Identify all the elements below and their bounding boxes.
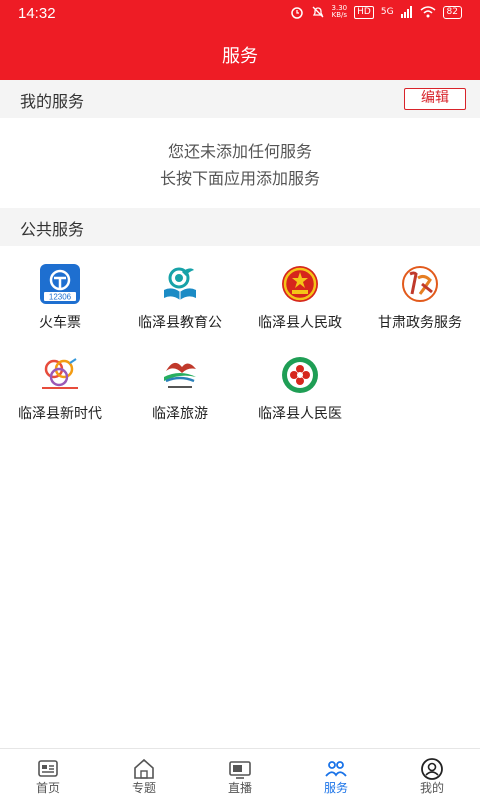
- tab-label: 服务: [323, 781, 348, 795]
- bottom-tab-bar: 首页 专题 直播 服务 我的: [0, 748, 480, 800]
- service-label: 临泽县教育公: [138, 315, 222, 331]
- service-label: 临泽旅游: [152, 406, 208, 422]
- tab-label: 专题: [131, 781, 156, 795]
- service-label: 甘肃政务服务: [378, 315, 462, 331]
- net-speed-unit: KB/s: [331, 11, 348, 19]
- tab-services[interactable]: 服务: [288, 749, 384, 800]
- tourism-logo-icon: [164, 362, 196, 388]
- battery-indicator: 82: [442, 5, 462, 19]
- tab-topics[interactable]: 专题: [96, 749, 192, 800]
- empty-hint-line1: 您还未添加任何服务: [167, 142, 312, 161]
- railway-12306-icon: 12306: [40, 264, 80, 304]
- tab-label: 首页: [35, 781, 60, 795]
- signal-bars-icon: [400, 6, 412, 18]
- edit-button[interactable]: 编辑: [404, 88, 466, 110]
- my-services-bar: 我的服务 编辑: [0, 80, 480, 118]
- service-item-gansu-gov[interactable]: 甘肃政务服务: [360, 264, 480, 344]
- new-era-logo-icon: [42, 358, 78, 389]
- news-icon: [38, 760, 58, 777]
- home-icon: [134, 758, 154, 779]
- hospital-logo-icon: [282, 357, 318, 393]
- service-item-new-era[interactable]: 临泽县新时代: [0, 355, 120, 435]
- status-time: 14:32: [18, 5, 56, 22]
- tab-label: 我的: [419, 781, 444, 795]
- public-services-bar: 公共服务: [0, 208, 480, 246]
- status-icons: 3.30 KB/s HD 5G 82: [290, 5, 462, 19]
- wifi-icon: [420, 6, 436, 18]
- service-item-train-ticket[interactable]: 12306 火车票: [0, 264, 120, 344]
- public-services-title: 公共服务: [20, 220, 85, 239]
- people-icon: [325, 761, 347, 777]
- alarm-icon: [290, 7, 303, 19]
- service-item-government[interactable]: 临泽县人民政: [240, 264, 360, 344]
- service-label: 临泽县人民政: [258, 315, 342, 331]
- mute-icon: [312, 6, 324, 18]
- service-label: 临泽县新时代: [18, 406, 102, 422]
- gansu-gov-service-icon: [402, 266, 438, 302]
- status-bar: 14:32 3.30 KB/s HD 5G 82: [0, 0, 480, 28]
- national-emblem-icon: [282, 266, 318, 302]
- service-item-hospital[interactable]: 临泽县人民医: [240, 355, 360, 435]
- net-speed: 3.30 KB/s: [332, 5, 348, 19]
- tab-label: 直播: [227, 781, 252, 795]
- my-services-empty: 您还未添加任何服务 长按下面应用添加服务: [0, 118, 480, 208]
- signal-label: 5G: [380, 7, 394, 17]
- tv-icon: [229, 761, 251, 779]
- service-item-tourism[interactable]: 临泽旅游: [120, 355, 240, 435]
- service-item-education[interactable]: 临泽县教育公: [120, 264, 240, 344]
- app-header: 14:32 3.30 KB/s HD 5G 82 服务: [0, 0, 480, 80]
- service-label: 火车票: [39, 315, 81, 331]
- empty-hint-line2: 长按下面应用添加服务: [159, 169, 320, 188]
- service-label: 临泽县人民医: [258, 406, 342, 422]
- user-icon: [421, 758, 443, 780]
- education-logo-icon: [164, 267, 196, 300]
- tab-mine[interactable]: 我的: [384, 749, 480, 800]
- railway-icon-text: 12306: [49, 293, 72, 302]
- hd-badge: HD: [354, 5, 374, 19]
- tab-live[interactable]: 直播: [192, 749, 288, 800]
- page-title: 服务: [222, 46, 258, 67]
- tab-home[interactable]: 首页: [0, 749, 96, 800]
- my-services-title: 我的服务: [20, 92, 85, 111]
